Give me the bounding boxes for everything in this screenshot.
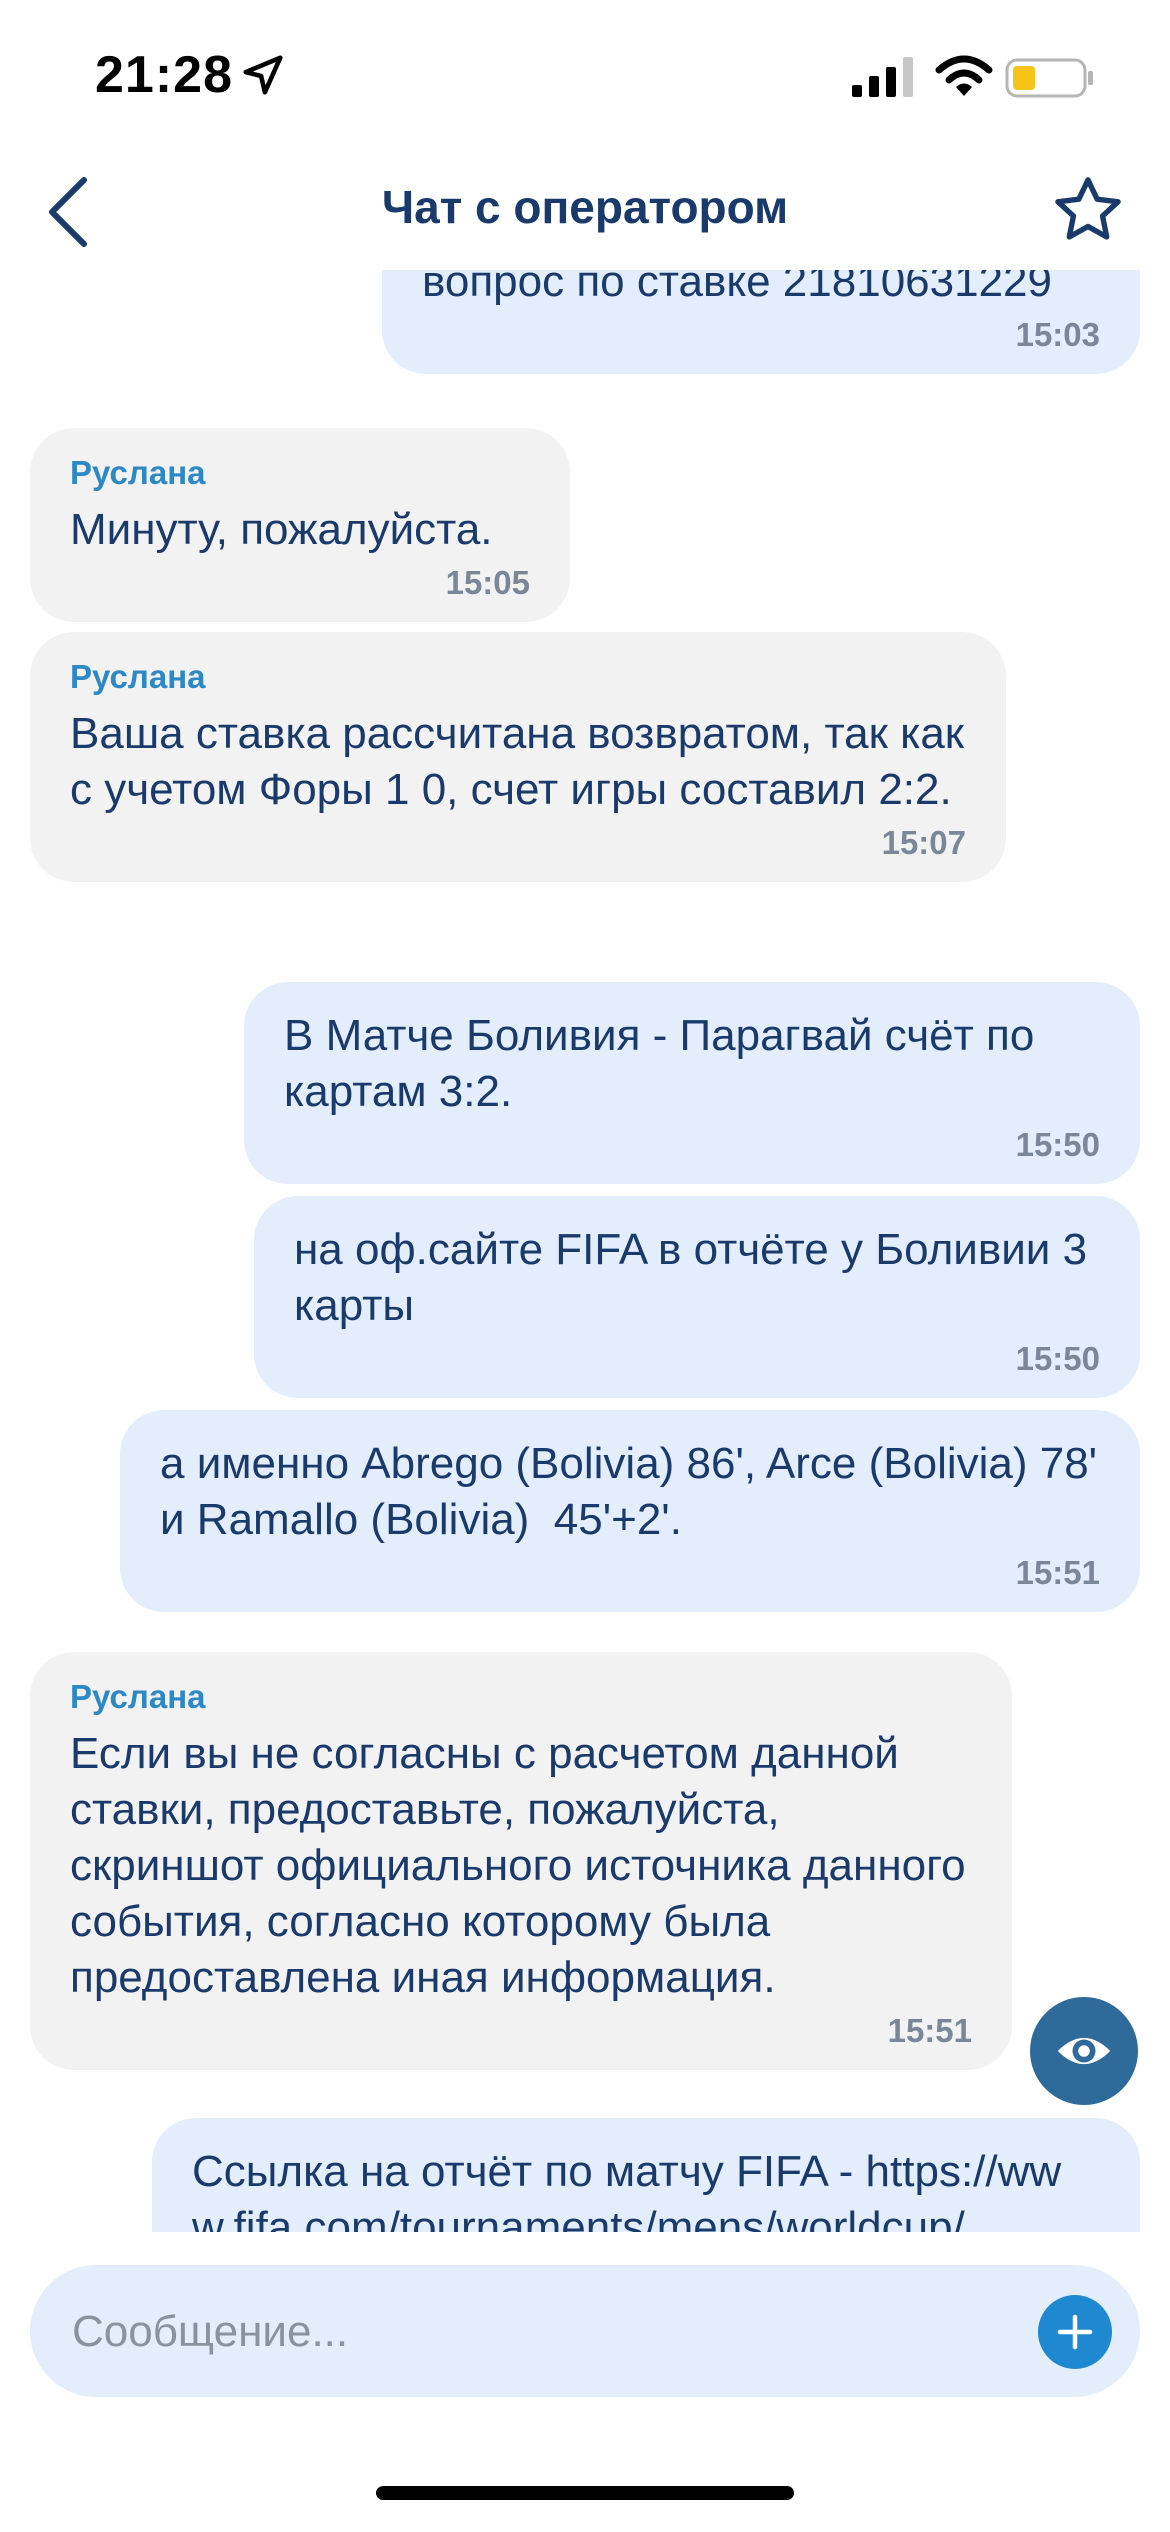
- message-bubble-outgoing: В Матче Боливия - Парагвай счёт по карта…: [244, 982, 1140, 1184]
- message-list[interactable]: вопрос по ставке 21810631229 15:03 Русла…: [0, 270, 1170, 2232]
- attach-button[interactable]: [1038, 2295, 1112, 2369]
- wifi-icon: [935, 55, 993, 96]
- message-time: 15:50: [1015, 1340, 1100, 1377]
- plus-icon: [1057, 2314, 1093, 2350]
- message-bubble-outgoing: а именно Abrego (Bolivia) 86', Arce (Bol…: [120, 1410, 1140, 1612]
- message-text: а именно Abrego (Bolivia) 86', Arce (Bol…: [160, 1439, 1110, 1544]
- chat-header: Чат с оператором: [0, 150, 1170, 270]
- message-text: Ваша ставка рассчитана возвратом, так ка…: [70, 709, 977, 814]
- page-title: Чат с оператором: [381, 181, 789, 233]
- sender-name: Руслана: [70, 658, 206, 695]
- view-button[interactable]: [1030, 1997, 1138, 2105]
- message-composer: [30, 2265, 1140, 2397]
- status-time: 21:28: [95, 46, 233, 104]
- message-time: 15:51: [1015, 1554, 1100, 1591]
- sender-name: Руслана: [70, 1678, 206, 1715]
- message-text: на оф.сайте FIFA в отчёте у Боливии 3 ка…: [294, 1225, 1100, 1330]
- message-bubble-outgoing: Ссылка на отчёт по матчу FIFA - https://…: [152, 2118, 1140, 2232]
- message-time: 15:05: [445, 564, 530, 601]
- star-outline-icon[interactable]: [1050, 172, 1126, 248]
- message-time: 15:03: [1015, 316, 1100, 353]
- message-text: Ссылка на отчёт по матчу FIFA - https://…: [192, 2147, 1062, 2232]
- sender-name: Руслана: [70, 454, 206, 491]
- message-bubble-incoming: Руслана Ваша ставка рассчитана возвратом…: [30, 632, 1006, 882]
- status-bar: 21:28: [0, 0, 1170, 150]
- message-text: Минуту, пожалуйста.: [70, 505, 493, 554]
- message-time: 15:07: [881, 824, 966, 861]
- home-indicator[interactable]: [376, 2486, 794, 2500]
- message-bubble-incoming: Руслана Минуту, пожалуйста. 15:05: [30, 428, 570, 622]
- battery-icon: [1005, 58, 1093, 98]
- message-bubble-outgoing: на оф.сайте FIFA в отчёте у Боливии 3 ка…: [254, 1196, 1140, 1398]
- message-input[interactable]: [70, 2293, 974, 2371]
- message-time: 15:50: [1015, 1126, 1100, 1163]
- cellular-signal-icon: [852, 57, 913, 97]
- message-text: В Матче Боливия - Парагвай счёт по карта…: [284, 1011, 1047, 1116]
- message-text: Если вы не согласны с расчетом данной ст…: [70, 1729, 978, 2002]
- message-bubble-outgoing: вопрос по ставке 21810631229 15:03: [382, 270, 1140, 374]
- message-time: 15:51: [887, 2012, 972, 2049]
- message-text: вопрос по ставке 21810631229: [422, 270, 1052, 306]
- eye-icon: [1057, 2037, 1111, 2065]
- message-bubble-incoming: Руслана Если вы не согласны с расчетом д…: [30, 1652, 1012, 2070]
- location-arrow-icon: [243, 55, 283, 95]
